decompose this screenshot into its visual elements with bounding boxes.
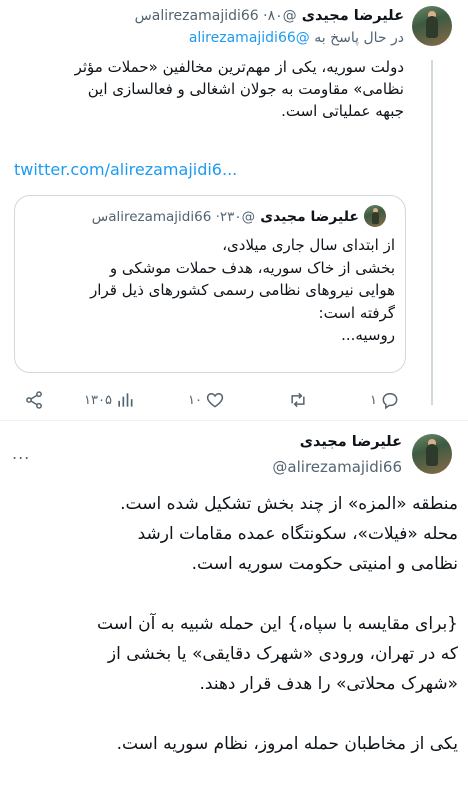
handle-time[interactable]: @alirezamajidi66 ·۸۰س — [135, 8, 297, 24]
tweet-text-line: منطقه «المزه» از چند بخش تشکیل شده است. — [120, 494, 458, 514]
reply-handle-link[interactable]: @alirezamajidi66 — [189, 30, 310, 46]
more-options-button[interactable]: ... — [12, 444, 30, 463]
quoted-header: علیرضا مجیدی @alirezamajidi66 ·۲۳۰س — [92, 206, 359, 225]
quoted-text-line: گرفته است: — [318, 303, 395, 322]
share-icon — [26, 391, 42, 409]
reply-button[interactable]: ۱ — [370, 389, 400, 411]
retweet-icon — [291, 392, 305, 408]
author-name[interactable]: علیرضا مجیدی — [300, 434, 402, 450]
author-avatar[interactable] — [412, 6, 452, 46]
reply-count: ۱ — [370, 392, 377, 408]
retweet-button[interactable] — [285, 389, 308, 411]
tweet-paragraph: منطقه «المزه» از چند بخش تشکیل شده است. … — [8, 489, 458, 579]
tweet-text-line: یکی از مخاطبان حمله امروز، نظام سوریه اس… — [116, 734, 458, 754]
tweet-paragraph: {برای مقایسه با سپاه،} این حمله شبیه به … — [8, 609, 458, 699]
heart-icon — [206, 392, 224, 408]
quoted-text: از ابتدای سال جاری میلادی، بخشی از خاک س… — [25, 234, 395, 347]
reply-prefix: در حال پاسخ به — [314, 30, 404, 46]
tweet-header: علیرضا مجیدی @alirezamajidi66 ·۸۰س — [135, 5, 404, 24]
like-button[interactable]: ۱۰ — [188, 389, 225, 411]
quoted-tweet-card[interactable]: علیرضا مجیدی @alirezamajidi66 ·۲۳۰س از ا… — [14, 195, 406, 373]
quoted-author-name: علیرضا مجیدی — [260, 209, 359, 225]
tweet-text-line: {برای مقایسه با سپاه،} این حمله شبیه به … — [97, 614, 458, 634]
quoted-text-line: بخشی از خاک سوریه، هدف حملات موشکی و — [109, 258, 395, 277]
tweet-separator — [0, 420, 468, 421]
tweet-text: دولت سوریه، یکی از مهم‌ترین مخالفین «حمل… — [14, 56, 404, 122]
tweet-text-line: محله «فیلات»، سکونتگاه عمده مقامات ارشد — [137, 524, 458, 544]
tweet-link[interactable]: twitter.com/alirezamajidi6... — [14, 160, 237, 179]
author-avatar[interactable] — [412, 434, 452, 474]
quoted-text-line: روسیه... — [341, 326, 395, 344]
tweet-paragraph: یکی از مخاطبان حمله امروز، نظام سوریه اس… — [8, 729, 458, 759]
thread-line — [431, 60, 433, 405]
tweet-text-line: جبهه عملیاتی است. — [281, 102, 404, 120]
tweet-text-line: نظامی» مقاومت به جولان اشغالی و فعالسازی… — [87, 80, 404, 98]
tweet-text-line: «شهرک محلاتی» را هدف قرار دهند. — [199, 674, 459, 694]
like-count: ۱۰ — [188, 392, 202, 408]
views-icon — [118, 393, 133, 407]
quoted-handle-time: @alirezamajidi66 ·۲۳۰س — [91, 209, 256, 225]
reply-icon — [382, 393, 398, 410]
author-name[interactable]: علیرضا مجیدی — [302, 8, 404, 24]
replying-to: در حال پاسخ به @alirezamajidi66 — [189, 30, 404, 46]
views-button[interactable]: ۱۳۰۵ — [84, 389, 135, 411]
author-handle[interactable]: @alirezamajidi66 — [272, 458, 402, 476]
tweet-text-line: دولت سوریه، یکی از مهم‌ترین مخالفین «حمل… — [74, 58, 404, 76]
tweet-text-line: نظامی و امنیتی حکومت سوریه است. — [191, 554, 458, 574]
tweet-text-line: که در تهران، ورودی «شهرک دقایقی» یا بخشی… — [107, 644, 458, 664]
tweet-text: منطقه «المزه» از چند بخش تشکیل شده است. … — [8, 489, 458, 759]
views-count: ۱۳۰۵ — [84, 392, 112, 408]
quoted-author-avatar — [364, 205, 386, 227]
share-button[interactable] — [24, 389, 44, 411]
quoted-text-line: هوایی نیروهای نظامی رسمی کشورهای ذیل قرا… — [90, 281, 395, 299]
quoted-text-line: از ابتدای سال جاری میلادی، — [222, 236, 395, 254]
